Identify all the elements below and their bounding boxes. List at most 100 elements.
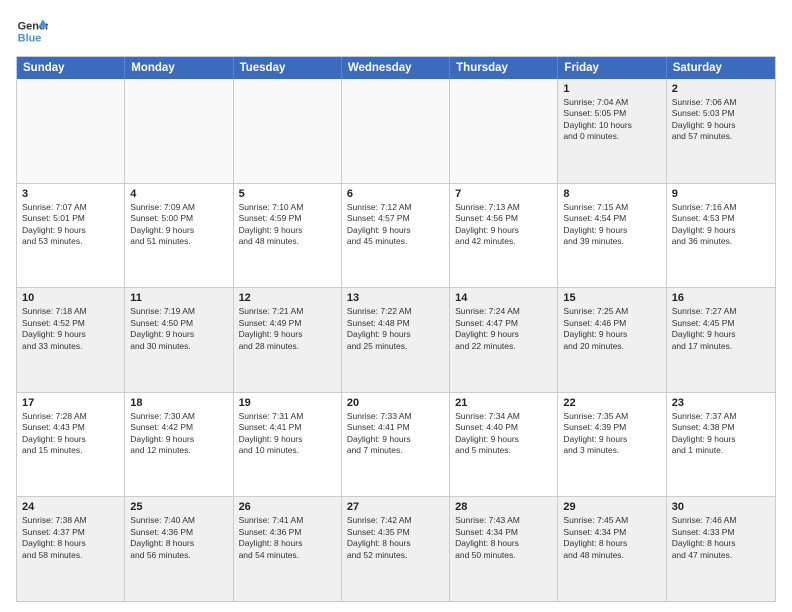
weekday-header: Friday xyxy=(558,57,666,79)
day-info: Sunrise: 7:40 AM Sunset: 4:36 PM Dayligh… xyxy=(130,515,227,561)
day-info: Sunrise: 7:42 AM Sunset: 4:35 PM Dayligh… xyxy=(347,515,444,561)
day-info: Sunrise: 7:09 AM Sunset: 5:00 PM Dayligh… xyxy=(130,202,227,248)
day-number: 2 xyxy=(672,83,770,95)
calendar-cell xyxy=(342,79,450,183)
day-info: Sunrise: 7:28 AM Sunset: 4:43 PM Dayligh… xyxy=(22,411,119,457)
calendar-cell: 14 Sunrise: 7:24 AM Sunset: 4:47 PM Dayli… xyxy=(450,288,558,392)
calendar-cell: 9Sunrise: 7:16 AM Sunset: 4:53 PM Daylig… xyxy=(667,184,775,288)
day-number: 28 xyxy=(455,501,552,513)
day-info: Sunrise: 7:19 AM Sunset: 4:50 PM Dayligh… xyxy=(130,306,227,352)
day-info: Sunrise: 7:41 AM Sunset: 4:36 PM Dayligh… xyxy=(239,515,336,561)
day-info: Sunrise: 7:31 AM Sunset: 4:41 PM Dayligh… xyxy=(239,411,336,457)
calendar-cell: 23 Sunrise: 7:37 AM Sunset: 4:38 PM Dayli… xyxy=(667,393,775,497)
day-number: 4 xyxy=(130,188,227,200)
day-info: Sunrise: 7:24 AM Sunset: 4:47 PM Dayligh… xyxy=(455,306,552,352)
logo: General Blue xyxy=(16,16,48,48)
calendar-cell: 26 Sunrise: 7:41 AM Sunset: 4:36 PM Dayli… xyxy=(234,497,342,601)
calendar-row: 17 Sunrise: 7:28 AM Sunset: 4:43 PM Dayli… xyxy=(17,392,775,497)
day-info: Sunrise: 7:25 AM Sunset: 4:46 PM Dayligh… xyxy=(563,306,660,352)
day-info: Sunrise: 7:16 AM Sunset: 4:53 PM Dayligh… xyxy=(672,202,770,248)
calendar-cell: 6 Sunrise: 7:12 AM Sunset: 4:57 PM Daylig… xyxy=(342,184,450,288)
day-number: 27 xyxy=(347,501,444,513)
day-number: 7 xyxy=(455,188,552,200)
day-number: 1 xyxy=(563,83,660,95)
calendar-row: 24Sunrise: 7:38 AM Sunset: 4:37 PM Dayli… xyxy=(17,496,775,601)
day-info: Sunrise: 7:18 AM Sunset: 4:52 PM Dayligh… xyxy=(22,306,119,352)
calendar: SundayMondayTuesdayWednesdayThursdayFrid… xyxy=(16,56,776,602)
calendar-row: 1 Sunrise: 7:04 AM Sunset: 5:05 PM Daylig… xyxy=(17,79,775,183)
calendar-cell: 30 Sunrise: 7:46 AM Sunset: 4:33 PM Dayli… xyxy=(667,497,775,601)
day-number: 16 xyxy=(672,292,770,304)
day-info: Sunrise: 7:10 AM Sunset: 4:59 PM Dayligh… xyxy=(239,202,336,248)
calendar-header: SundayMondayTuesdayWednesdayThursdayFrid… xyxy=(17,57,775,79)
day-info: Sunrise: 7:37 AM Sunset: 4:38 PM Dayligh… xyxy=(672,411,770,457)
day-number: 10 xyxy=(22,292,119,304)
day-info: Sunrise: 7:43 AM Sunset: 4:34 PM Dayligh… xyxy=(455,515,552,561)
day-number: 14 xyxy=(455,292,552,304)
day-number: 11 xyxy=(130,292,227,304)
day-info: Sunrise: 7:13 AM Sunset: 4:56 PM Dayligh… xyxy=(455,202,552,248)
day-number: 25 xyxy=(130,501,227,513)
day-info: Sunrise: 7:04 AM Sunset: 5:05 PM Dayligh… xyxy=(563,97,660,143)
weekday-header: Tuesday xyxy=(234,57,342,79)
weekday-header: Monday xyxy=(125,57,233,79)
logo-icon: General Blue xyxy=(16,16,48,48)
day-info: Sunrise: 7:15 AM Sunset: 4:54 PM Dayligh… xyxy=(563,202,660,248)
day-number: 12 xyxy=(239,292,336,304)
day-info: Sunrise: 7:21 AM Sunset: 4:49 PM Dayligh… xyxy=(239,306,336,352)
day-number: 15 xyxy=(563,292,660,304)
day-number: 23 xyxy=(672,397,770,409)
calendar-cell: 15 Sunrise: 7:25 AM Sunset: 4:46 PM Dayli… xyxy=(558,288,666,392)
calendar-cell: 18Sunrise: 7:30 AM Sunset: 4:42 PM Dayli… xyxy=(125,393,233,497)
calendar-cell: 19 Sunrise: 7:31 AM Sunset: 4:41 PM Dayli… xyxy=(234,393,342,497)
calendar-cell: 2 Sunrise: 7:06 AM Sunset: 5:03 PM Daylig… xyxy=(667,79,775,183)
calendar-cell: 1 Sunrise: 7:04 AM Sunset: 5:05 PM Daylig… xyxy=(558,79,666,183)
weekday-header: Saturday xyxy=(667,57,775,79)
calendar-cell: 20 Sunrise: 7:33 AM Sunset: 4:41 PM Dayli… xyxy=(342,393,450,497)
calendar-cell: 10 Sunrise: 7:18 AM Sunset: 4:52 PM Dayli… xyxy=(17,288,125,392)
day-number: 24 xyxy=(22,501,119,513)
calendar-cell: 22Sunrise: 7:35 AM Sunset: 4:39 PM Dayli… xyxy=(558,393,666,497)
day-number: 30 xyxy=(672,501,770,513)
day-info: Sunrise: 7:46 AM Sunset: 4:33 PM Dayligh… xyxy=(672,515,770,561)
day-number: 26 xyxy=(239,501,336,513)
calendar-cell: 27 Sunrise: 7:42 AM Sunset: 4:35 PM Dayli… xyxy=(342,497,450,601)
svg-text:Blue: Blue xyxy=(18,32,42,44)
calendar-row: 10 Sunrise: 7:18 AM Sunset: 4:52 PM Dayli… xyxy=(17,287,775,392)
day-info: Sunrise: 7:06 AM Sunset: 5:03 PM Dayligh… xyxy=(672,97,770,143)
calendar-cell: 29 Sunrise: 7:45 AM Sunset: 4:34 PM Dayli… xyxy=(558,497,666,601)
calendar-cell xyxy=(234,79,342,183)
calendar-cell: 28 Sunrise: 7:43 AM Sunset: 4:34 PM Dayli… xyxy=(450,497,558,601)
day-number: 29 xyxy=(563,501,660,513)
calendar-cell xyxy=(125,79,233,183)
weekday-header: Sunday xyxy=(17,57,125,79)
day-number: 17 xyxy=(22,397,119,409)
calendar-body: 1 Sunrise: 7:04 AM Sunset: 5:05 PM Daylig… xyxy=(17,79,775,601)
calendar-cell: 21Sunrise: 7:34 AM Sunset: 4:40 PM Dayli… xyxy=(450,393,558,497)
day-info: Sunrise: 7:12 AM Sunset: 4:57 PM Dayligh… xyxy=(347,202,444,248)
calendar-cell: 17 Sunrise: 7:28 AM Sunset: 4:43 PM Dayli… xyxy=(17,393,125,497)
day-info: Sunrise: 7:07 AM Sunset: 5:01 PM Dayligh… xyxy=(22,202,119,248)
weekday-header: Wednesday xyxy=(342,57,450,79)
day-info: Sunrise: 7:22 AM Sunset: 4:48 PM Dayligh… xyxy=(347,306,444,352)
day-number: 19 xyxy=(239,397,336,409)
day-number: 8 xyxy=(563,188,660,200)
calendar-row: 3 Sunrise: 7:07 AM Sunset: 5:01 PM Daylig… xyxy=(17,183,775,288)
calendar-cell: 12 Sunrise: 7:21 AM Sunset: 4:49 PM Dayli… xyxy=(234,288,342,392)
day-number: 6 xyxy=(347,188,444,200)
day-info: Sunrise: 7:45 AM Sunset: 4:34 PM Dayligh… xyxy=(563,515,660,561)
calendar-cell xyxy=(450,79,558,183)
day-info: Sunrise: 7:35 AM Sunset: 4:39 PM Dayligh… xyxy=(563,411,660,457)
day-number: 18 xyxy=(130,397,227,409)
weekday-header: Thursday xyxy=(450,57,558,79)
calendar-cell: 7 Sunrise: 7:13 AM Sunset: 4:56 PM Daylig… xyxy=(450,184,558,288)
day-number: 3 xyxy=(22,188,119,200)
calendar-cell: 5Sunrise: 7:10 AM Sunset: 4:59 PM Daylig… xyxy=(234,184,342,288)
day-number: 21 xyxy=(455,397,552,409)
day-info: Sunrise: 7:33 AM Sunset: 4:41 PM Dayligh… xyxy=(347,411,444,457)
calendar-cell: 3 Sunrise: 7:07 AM Sunset: 5:01 PM Daylig… xyxy=(17,184,125,288)
day-number: 20 xyxy=(347,397,444,409)
day-number: 13 xyxy=(347,292,444,304)
calendar-cell: 4 Sunrise: 7:09 AM Sunset: 5:00 PM Daylig… xyxy=(125,184,233,288)
calendar-cell: 16Sunrise: 7:27 AM Sunset: 4:45 PM Dayli… xyxy=(667,288,775,392)
